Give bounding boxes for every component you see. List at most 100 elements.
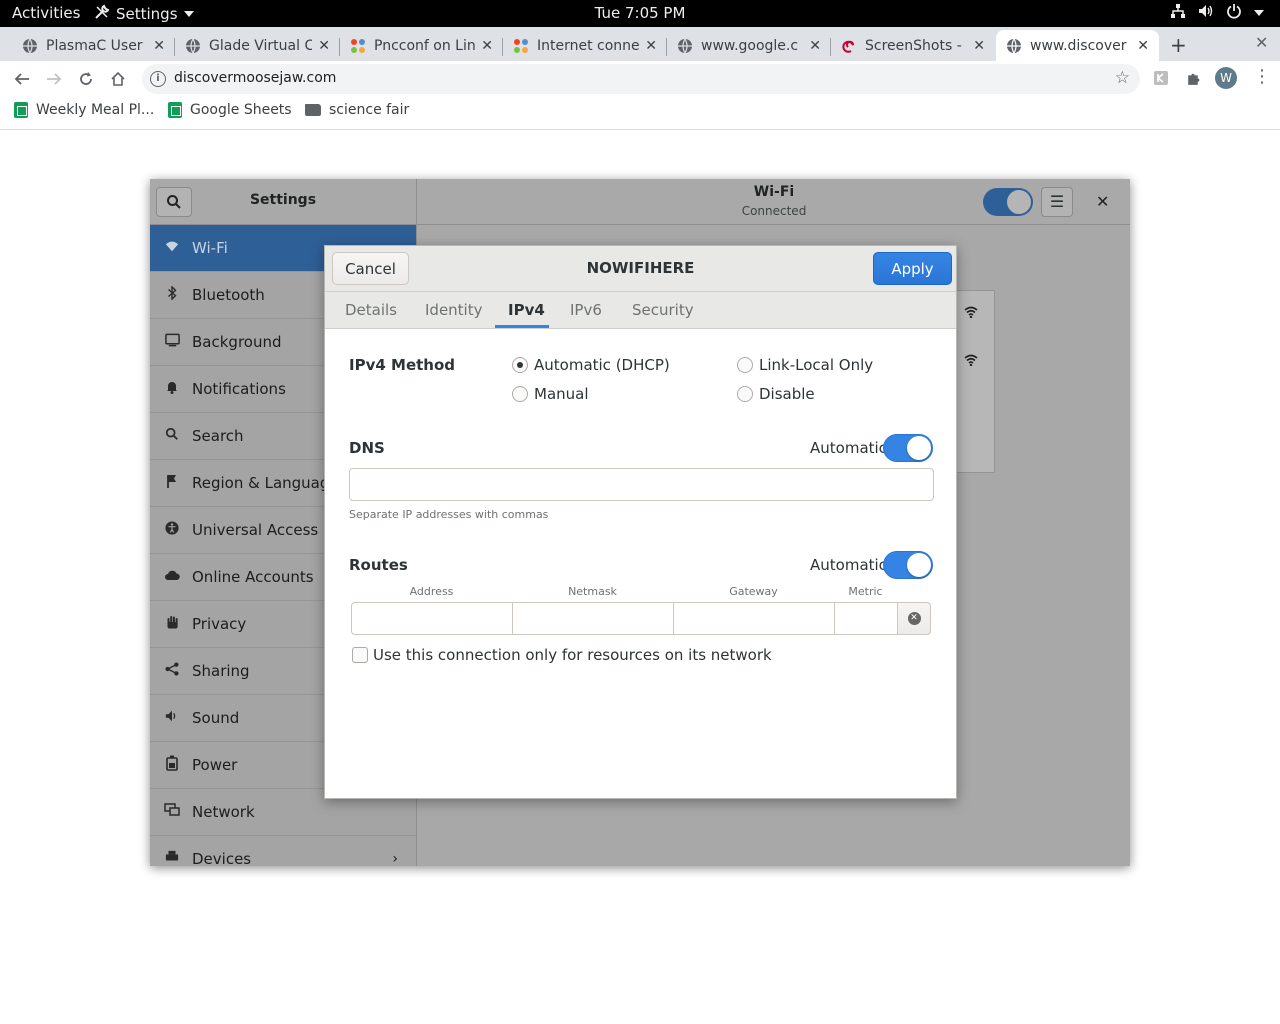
tab-label: PlasmaC User [46, 37, 143, 54]
bookmark-item[interactable]: Weekly Meal Pl... [14, 102, 154, 118]
url-text[interactable]: discovermoosejaw.com [174, 70, 336, 86]
app-menu[interactable]: Settings [94, 4, 194, 24]
browser-tab[interactable]: Glade Virtual C ✕ [175, 30, 340, 61]
settings-title: Settings [249, 192, 317, 208]
wifi-icon [164, 239, 180, 257]
column-header-metric: Metric [848, 585, 883, 598]
browser-tab[interactable]: Internet conne ✕ [503, 30, 667, 61]
bookmark-item[interactable]: Google Sheets [168, 102, 292, 118]
browser-tab[interactable]: ScreenShots - ✕ [831, 30, 995, 61]
globe-icon [1006, 38, 1022, 54]
radio-manual[interactable]: Manual [512, 385, 589, 403]
tab-label: www.discover [1030, 37, 1127, 54]
chevron-down-icon [183, 11, 194, 17]
info-icon[interactable]: i [150, 71, 166, 87]
radio-label: Disable [759, 385, 815, 403]
only-resources-checkbox[interactable]: Use this connection only for resources o… [352, 646, 772, 664]
extension-icon[interactable] [1153, 70, 1169, 90]
tab-ipv6[interactable]: IPv6 [570, 301, 602, 319]
profile-avatar[interactable]: W [1215, 67, 1237, 89]
dns-automatic-toggle[interactable] [883, 434, 933, 462]
dialog-tabs: Details Identity IPv4 IPv6 Security [325, 292, 956, 329]
radio-circle [737, 386, 753, 402]
bell-icon [164, 380, 180, 398]
radio-disable[interactable]: Disable [737, 385, 815, 403]
star-icon[interactable]: ☆ [1115, 68, 1130, 88]
radio-circle [512, 386, 528, 402]
close-tab-icon[interactable]: ✕ [481, 38, 493, 54]
toggle-knob [907, 436, 931, 460]
dns-hint: Separate IP addresses with commas [349, 508, 549, 521]
globe-icon [677, 38, 693, 54]
bookmark-label: science fair [329, 102, 410, 118]
sidebar-item-label: Privacy [192, 615, 247, 633]
wifi-signal-icon [964, 306, 978, 321]
radio-link-local[interactable]: Link-Local Only [737, 356, 873, 374]
browser-tab[interactable]: Pncconf on Lin ✕ [340, 30, 503, 61]
browser-tab[interactable]: PlasmaC User ✕ [12, 30, 175, 61]
printer-icon [164, 850, 180, 866]
tab-label: www.google.c [701, 37, 799, 54]
remove-route-button[interactable]: ✕ [897, 602, 931, 635]
clock[interactable]: Tue 7:05 PM [595, 4, 686, 22]
power-icon [1226, 3, 1242, 23]
system-tray[interactable] [1170, 3, 1264, 23]
close-tab-icon[interactable]: ✕ [973, 38, 985, 54]
close-window-icon[interactable]: ✕ [1255, 33, 1268, 52]
sidebar-item-devices[interactable]: Devices › [150, 836, 416, 866]
settings-header: Settings Wi-Fi Connected ☰ ✕ [150, 179, 1130, 225]
sidebar-item-label: Sharing [192, 662, 250, 680]
home-icon [111, 71, 125, 86]
share-icon [164, 662, 180, 680]
route-gateway-input[interactable] [673, 602, 835, 635]
home-button[interactable] [106, 67, 130, 91]
tab-security[interactable]: Security [632, 301, 694, 319]
panel-title: Wi-Fi [753, 184, 795, 200]
sidebar-item-label: Notifications [192, 380, 286, 398]
browser-tab[interactable]: www.google.c ✕ [667, 30, 831, 61]
cancel-button[interactable]: Cancel [332, 252, 409, 285]
sheets-icon [168, 102, 182, 118]
chevron-down-icon [1254, 10, 1264, 16]
more-menu-icon[interactable]: ⋮ [1253, 66, 1271, 87]
apply-button[interactable]: Apply [873, 252, 952, 285]
puzzle-icon[interactable] [1185, 70, 1202, 91]
activities-button[interactable]: Activities [12, 4, 80, 22]
address-bar[interactable]: i discovermoosejaw.com ☆ [142, 64, 1140, 94]
route-netmask-input[interactable] [512, 602, 674, 635]
routes-automatic-toggle[interactable] [883, 551, 933, 579]
gnome-top-bar: Activities Settings Tue 7:05 PM [0, 0, 1280, 27]
back-button[interactable] [10, 67, 34, 91]
dns-input[interactable] [349, 468, 934, 501]
tab-details[interactable]: Details [345, 301, 397, 319]
browser-tab-active[interactable]: www.discover ✕ [996, 30, 1159, 61]
radio-circle-selected [512, 357, 528, 373]
radio-label: Manual [534, 385, 589, 403]
tab-identity[interactable]: Identity [425, 301, 483, 319]
close-tab-icon[interactable]: ✕ [153, 38, 165, 54]
close-tab-icon[interactable]: ✕ [318, 38, 330, 54]
tab-label: Pncconf on Lin [374, 37, 476, 54]
forward-button[interactable] [42, 67, 66, 91]
cloud-icon [164, 569, 180, 585]
radio-automatic-dhcp[interactable]: Automatic (DHCP) [512, 356, 670, 374]
battery-icon [164, 755, 180, 775]
tab-strip: PlasmaC User ✕ Glade Virtual C ✕ Pncconf… [0, 27, 1280, 61]
new-tab-button[interactable]: + [1170, 33, 1187, 57]
tab-ipv4[interactable]: IPv4 [508, 301, 545, 319]
wifi-power-toggle[interactable] [983, 188, 1033, 216]
close-tab-icon[interactable]: ✕ [1137, 38, 1149, 54]
route-metric-input[interactable] [834, 602, 898, 635]
reload-button[interactable] [74, 67, 98, 91]
bookmark-folder[interactable]: science fair [305, 102, 409, 118]
route-address-input[interactable] [351, 602, 513, 635]
close-tab-icon[interactable]: ✕ [645, 38, 657, 54]
sidebar-item-label: Network [192, 803, 255, 821]
close-tab-icon[interactable]: ✕ [809, 38, 821, 54]
sidebar-item-label: Sound [192, 709, 240, 727]
checkbox-label: Use this connection only for resources o… [373, 646, 772, 664]
hamburger-menu-icon[interactable]: ☰ [1041, 187, 1073, 217]
wifi-signal-icon [964, 354, 978, 369]
close-icon[interactable]: ✕ [1096, 192, 1109, 211]
connection-dialog: Cancel NOWIFIHERE Apply Details Identity… [324, 245, 957, 799]
